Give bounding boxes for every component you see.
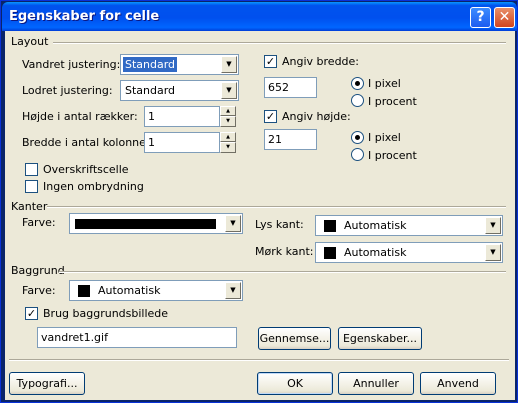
color-swatch: [75, 219, 216, 229]
border-color-label: Farve:: [22, 216, 56, 229]
background-color-label: Farve:: [22, 284, 56, 297]
set-width-checkbox[interactable]: ✓: [264, 55, 277, 68]
width-percent-radio[interactable]: [351, 94, 364, 107]
section-divider: [47, 206, 506, 208]
horizontal-align-label: Vandret justering:: [22, 58, 121, 71]
style-button[interactable]: Typografi...: [9, 372, 85, 395]
dialog-body: Layout Vandret justering: Standard ▼ Lod…: [5, 31, 515, 400]
background-section-label: Baggrund: [11, 264, 65, 277]
spin-down-icon[interactable]: ▼: [220, 142, 236, 153]
close-icon[interactable]: ✕: [494, 7, 515, 28]
background-color-value: Automatisk: [98, 284, 161, 297]
chevron-down-icon[interactable]: ▼: [485, 217, 501, 234]
section-divider: [59, 271, 506, 273]
dark-border-option: Automatisk: [318, 245, 408, 260]
cols-span-input[interactable]: 1: [144, 132, 220, 153]
color-swatch: [78, 285, 90, 297]
rows-span-label: Højde i antal rækker:: [22, 110, 138, 123]
dark-border-value: Automatisk: [344, 246, 407, 259]
use-background-image-checkbox[interactable]: ✓: [25, 307, 38, 320]
height-input[interactable]: 21: [264, 129, 317, 150]
spin-down-icon[interactable]: ▼: [220, 116, 236, 127]
background-color-option: Automatisk: [72, 283, 162, 298]
apply-button[interactable]: Anvend: [420, 372, 496, 395]
no-wrap-label: Ingen ombrydning: [43, 180, 144, 193]
chevron-down-icon[interactable]: ▼: [225, 282, 241, 299]
spin-up-icon[interactable]: ▲: [220, 106, 236, 116]
light-border-option: Automatisk: [318, 218, 408, 233]
no-wrap-checkbox[interactable]: [25, 180, 38, 193]
cols-span-stepper[interactable]: ▲ ▼: [220, 132, 236, 153]
rows-span-input[interactable]: 1: [144, 106, 220, 127]
vertical-align-label: Lodret justering:: [22, 84, 113, 97]
horizontal-align-value: Standard: [123, 57, 178, 72]
cancel-button[interactable]: Annuller: [338, 372, 414, 395]
height-pixel-label: I pixel: [368, 131, 401, 144]
help-icon[interactable]: ?: [470, 7, 491, 28]
width-input[interactable]: 652: [264, 77, 317, 98]
use-background-image-label: Brug baggrundsbillede: [43, 307, 169, 320]
light-border-value: Automatisk: [344, 219, 407, 232]
vertical-align-select[interactable]: Standard ▼: [120, 80, 239, 101]
border-color-select[interactable]: ▼: [69, 213, 243, 234]
dialog-window: Egenskaber for celle ? ✕ Layout Vandret …: [0, 0, 518, 403]
borders-section-label: Kanter: [11, 200, 48, 213]
chevron-down-icon[interactable]: ▼: [225, 215, 241, 232]
spin-up-icon[interactable]: ▲: [220, 132, 236, 142]
height-percent-radio[interactable]: [351, 148, 364, 161]
header-cell-checkbox[interactable]: [25, 163, 38, 176]
height-pixel-radio[interactable]: [351, 131, 364, 144]
header-cell-label: Overskriftscelle: [43, 163, 129, 176]
chevron-down-icon[interactable]: ▼: [221, 56, 237, 73]
horizontal-align-select[interactable]: Standard ▼: [120, 54, 239, 75]
cols-span-label: Bredde i antal kolonner:: [22, 136, 154, 149]
ok-button[interactable]: OK: [257, 372, 333, 395]
layout-section-label: Layout: [11, 35, 49, 48]
light-border-select[interactable]: Automatisk ▼: [315, 215, 503, 236]
image-properties-button[interactable]: Egenskaber...: [338, 327, 422, 350]
rows-span-stepper[interactable]: ▲ ▼: [220, 106, 236, 127]
vertical-align-value: Standard: [125, 84, 176, 97]
chevron-down-icon[interactable]: ▼: [485, 244, 501, 261]
footer-divider: [9, 359, 509, 361]
chevron-down-icon[interactable]: ▼: [221, 82, 237, 99]
background-color-select[interactable]: Automatisk ▼: [69, 280, 243, 301]
browse-button[interactable]: Gennemse...: [258, 327, 331, 350]
dark-border-select[interactable]: Automatisk ▼: [315, 242, 503, 263]
width-pixel-label: I pixel: [368, 77, 401, 90]
title-bar[interactable]: Egenskaber for celle ? ✕: [2, 2, 517, 31]
width-percent-label: I procent: [368, 95, 417, 108]
height-percent-label: I procent: [368, 149, 417, 162]
background-image-input[interactable]: vandret1.gif: [37, 327, 237, 348]
dark-border-label: Mørk kant:: [255, 245, 314, 258]
set-height-checkbox[interactable]: ✓: [264, 110, 277, 123]
section-divider: [53, 42, 506, 44]
set-height-label: Angiv højde:: [282, 110, 351, 123]
window-title: Egenskaber for celle: [9, 9, 160, 24]
color-swatch: [324, 220, 336, 232]
light-border-label: Lys kant:: [255, 218, 304, 231]
set-width-label: Angiv bredde:: [282, 55, 360, 68]
color-swatch: [324, 247, 336, 259]
width-pixel-radio[interactable]: [351, 77, 364, 90]
